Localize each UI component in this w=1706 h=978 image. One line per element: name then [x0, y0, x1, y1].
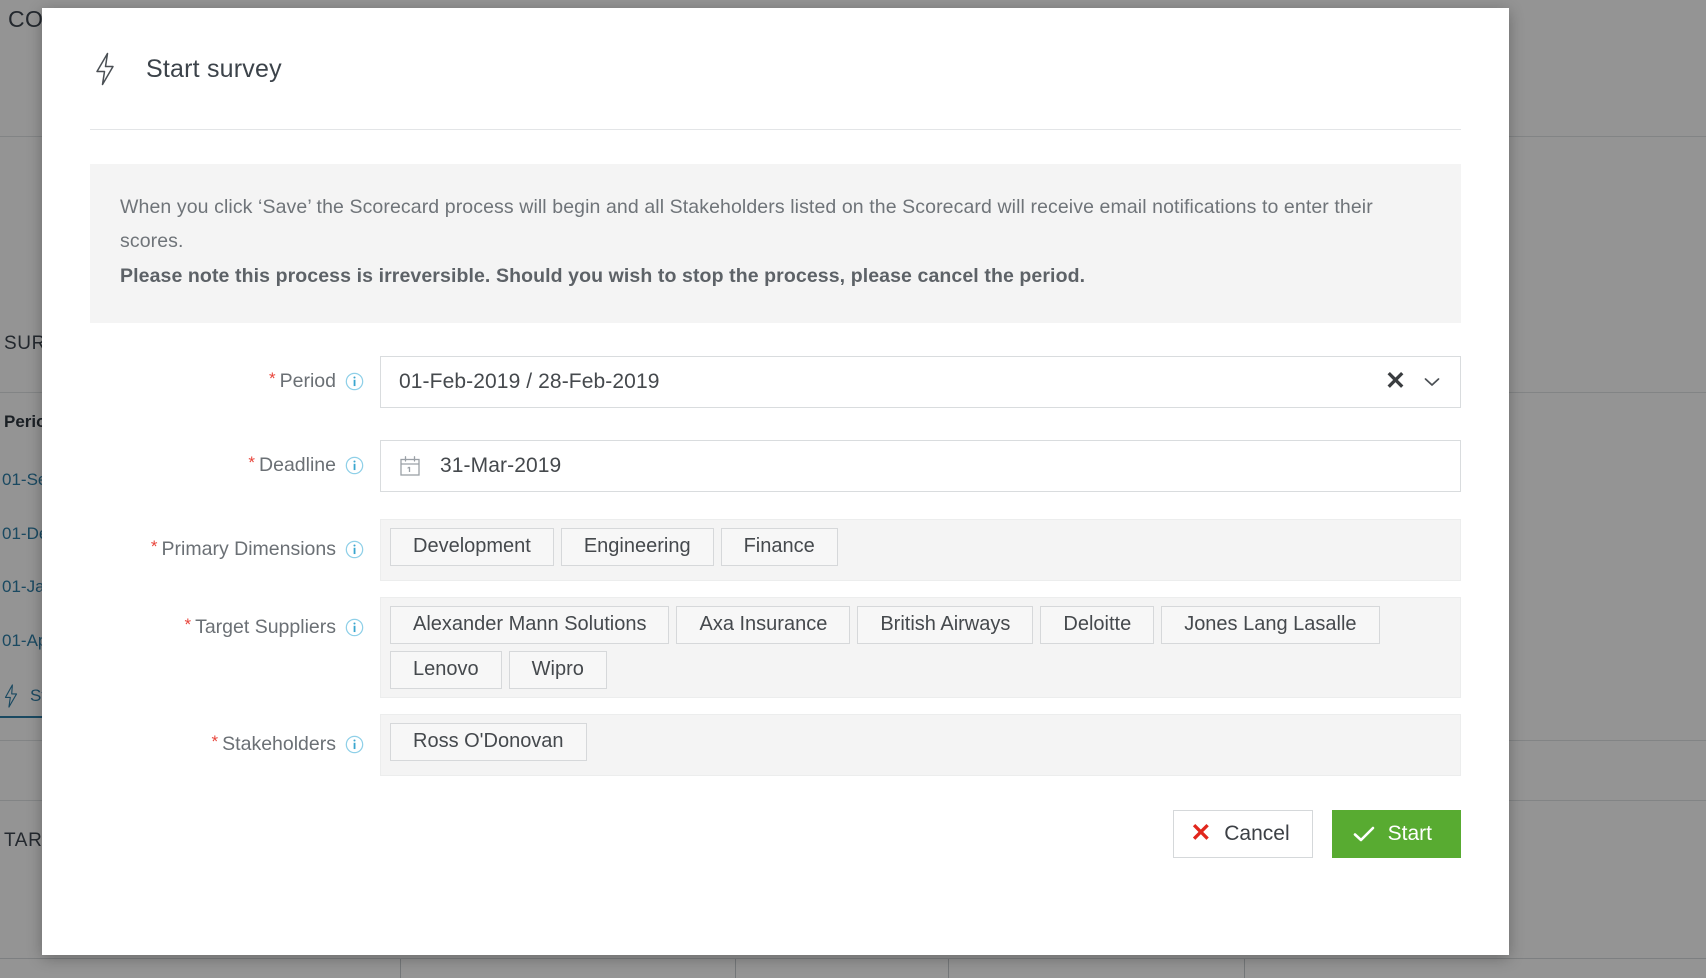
- required-asterisk: *: [248, 453, 256, 473]
- chip[interactable]: British Airways: [857, 605, 1034, 644]
- info-icon[interactable]: [345, 456, 364, 475]
- stakeholders-label: * Stakeholders: [90, 714, 380, 776]
- chevron-down-icon[interactable]: [1424, 377, 1440, 387]
- required-asterisk: *: [184, 615, 192, 635]
- period-select-actions: ✕: [1385, 369, 1444, 394]
- clear-icon[interactable]: ✕: [1385, 369, 1406, 394]
- chip[interactable]: Deloitte: [1040, 605, 1155, 644]
- dialog-header: Start survey: [42, 8, 1509, 130]
- start-survey-dialog: Start survey When you click ‘Save’ the S…: [42, 8, 1509, 955]
- period-value: 01-Feb-2019 / 28-Feb-2019: [399, 369, 660, 393]
- stakeholders-chip-list[interactable]: Ross O'Donovan: [380, 713, 1461, 776]
- chip[interactable]: Development: [390, 527, 554, 566]
- chip[interactable]: Wipro: [508, 650, 607, 689]
- bolt-icon: [96, 52, 114, 86]
- deadline-value: 31-Mar-2019: [440, 453, 562, 477]
- survey-form: * Period 01-Feb-2019 / 28-Feb-2019 ✕ * D…: [90, 351, 1461, 776]
- form-row-primary-dimensions: * Primary Dimensions Development Enginee…: [90, 518, 1461, 581]
- start-button[interactable]: Start: [1331, 809, 1461, 858]
- stakeholders-label-text: Stakeholders: [222, 733, 336, 756]
- chip[interactable]: Axa Insurance: [676, 605, 851, 644]
- start-button-label: Start: [1387, 821, 1432, 845]
- target-suppliers-chip-list[interactable]: Alexander Mann Solutions Axa Insurance B…: [380, 596, 1461, 698]
- required-asterisk: *: [211, 732, 219, 752]
- close-icon: ✕: [1190, 819, 1212, 848]
- period-select[interactable]: 01-Feb-2019 / 28-Feb-2019 ✕: [380, 355, 1461, 408]
- required-asterisk: *: [150, 537, 158, 557]
- info-icon[interactable]: [345, 618, 364, 637]
- chip[interactable]: Alexander Mann Solutions: [390, 605, 670, 644]
- period-label: * Period: [90, 370, 380, 393]
- check-icon: [1353, 826, 1374, 842]
- form-row-target-suppliers: * Target Suppliers Alexander Mann Soluti…: [90, 596, 1461, 698]
- target-suppliers-label: * Target Suppliers: [90, 597, 380, 659]
- dialog-body: When you click ‘Save’ the Scorecard proc…: [42, 130, 1509, 776]
- target-suppliers-label-text: Target Suppliers: [195, 616, 336, 639]
- form-row-period: * Period 01-Feb-2019 / 28-Feb-2019 ✕: [90, 351, 1461, 413]
- required-asterisk: *: [269, 369, 276, 389]
- chip[interactable]: Ross O'Donovan: [390, 722, 587, 761]
- deadline-input[interactable]: 31-Mar-2019: [380, 439, 1461, 492]
- notice-banner: When you click ‘Save’ the Scorecard proc…: [90, 164, 1461, 323]
- primary-dimensions-label-text: Primary Dimensions: [161, 538, 336, 561]
- cancel-button-label: Cancel: [1224, 821, 1290, 845]
- form-row-deadline: * Deadline 31-Mar-2019: [90, 435, 1461, 497]
- deadline-field: 31-Mar-2019: [380, 439, 1461, 492]
- cancel-button[interactable]: ✕ Cancel: [1173, 809, 1313, 858]
- dialog-title: Start survey: [146, 54, 282, 83]
- info-icon[interactable]: [345, 735, 364, 754]
- chip[interactable]: Engineering: [560, 527, 714, 566]
- notice-line-1: When you click ‘Save’ the Scorecard proc…: [120, 196, 1373, 253]
- deadline-label: * Deadline: [90, 454, 380, 477]
- primary-dimensions-chip-list[interactable]: Development Engineering Finance: [380, 518, 1461, 581]
- period-label-text: Period: [279, 370, 336, 393]
- primary-dimensions-label: * Primary Dimensions: [90, 519, 380, 581]
- period-field: 01-Feb-2019 / 28-Feb-2019 ✕: [380, 355, 1461, 408]
- stakeholders-field: Ross O'Donovan: [380, 713, 1461, 776]
- chip[interactable]: Jones Lang Lasalle: [1161, 605, 1380, 644]
- chip[interactable]: Lenovo: [390, 650, 502, 689]
- notice-line-2: Please note this process is irreversible…: [120, 264, 1086, 287]
- dialog-footer: ✕ Cancel Start: [42, 809, 1509, 858]
- info-icon[interactable]: [345, 540, 364, 559]
- header-divider: [90, 129, 1461, 130]
- info-icon[interactable]: [345, 372, 364, 391]
- primary-dimensions-field: Development Engineering Finance: [380, 518, 1461, 581]
- target-suppliers-field: Alexander Mann Solutions Axa Insurance B…: [380, 596, 1461, 698]
- form-row-stakeholders: * Stakeholders Ross O'Donovan: [90, 713, 1461, 776]
- chip[interactable]: Finance: [720, 527, 838, 566]
- deadline-label-text: Deadline: [259, 454, 336, 477]
- calendar-icon[interactable]: [399, 455, 421, 477]
